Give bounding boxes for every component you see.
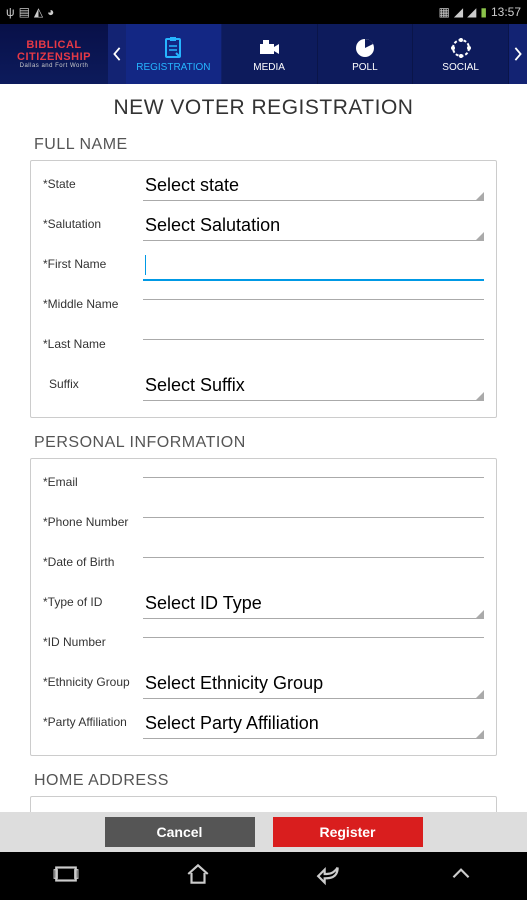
logo-line2: CITIZENSHIP (17, 51, 91, 63)
tab-label: POLL (352, 62, 378, 73)
app-logo[interactable]: BIBLICAL CITIZENSHIP Dallas and Fort Wor… (0, 24, 108, 84)
label-dob: *Date of Birth (43, 549, 143, 569)
camera-icon (256, 36, 282, 60)
file-icon: ▤ (19, 5, 30, 19)
recent-icon (53, 861, 79, 887)
nav-tabs: REGISTRATION MEDIA POLL SOCIAL (126, 24, 509, 84)
label-idnumber: *ID Number (43, 629, 143, 649)
label-ethnicity: *Ethnicity Group (43, 669, 143, 689)
chevron-left-icon (112, 47, 122, 61)
usb-icon: ψ (6, 5, 15, 19)
section-title-fullname: FULL NAME (0, 128, 527, 160)
panel-fullname: *State Select state *Salutation Select S… (30, 160, 497, 418)
label-suffix: Suffix (43, 371, 143, 391)
panel-personal: *Email *Phone Number *Date of Birth *Typ… (30, 458, 497, 756)
input-lastname[interactable] (143, 331, 484, 340)
label-firstname: *First Name (43, 251, 143, 271)
select-ethnicity[interactable]: Select Ethnicity Group (143, 669, 484, 699)
input-email[interactable] (143, 469, 484, 478)
input-middlename[interactable] (143, 291, 484, 300)
tab-label: REGISTRATION (136, 62, 210, 73)
label-state: *State (43, 171, 143, 191)
nav-prev-arrow[interactable] (108, 24, 126, 84)
input-dob[interactable] (143, 549, 484, 558)
battery-icon: ▮ (480, 5, 487, 19)
section-title-personal: PERSONAL INFORMATION (0, 426, 527, 458)
logo-sub: Dallas and Fort Worth (20, 63, 89, 69)
home-icon (185, 861, 211, 887)
status-right-icons: ▦ ◢ ◢ ▮ 13:57 (439, 5, 521, 19)
check-icon: ◕ (47, 5, 54, 19)
label-middlename: *Middle Name (43, 291, 143, 311)
chevron-right-icon (513, 47, 523, 61)
page-title: NEW VOTER REGISTRATION (0, 84, 527, 128)
action-bar: Cancel Register (0, 812, 527, 852)
menu-button[interactable] (448, 861, 474, 892)
input-phone[interactable] (143, 509, 484, 518)
form-content: NEW VOTER REGISTRATION FULL NAME *State … (0, 84, 527, 836)
input-idnumber[interactable] (143, 629, 484, 638)
label-lastname: *Last Name (43, 331, 143, 351)
tab-label: MEDIA (253, 62, 285, 73)
label-email: *Email (43, 469, 143, 489)
label-salutation: *Salutation (43, 211, 143, 231)
clipboard-icon (160, 36, 186, 60)
select-salutation[interactable]: Select Salutation (143, 211, 484, 241)
section-title-home: HOME ADDRESS (0, 764, 527, 796)
android-nav-bar (0, 852, 527, 900)
pie-chart-icon (352, 36, 378, 60)
social-circle-icon (448, 36, 474, 60)
register-button[interactable]: Register (273, 817, 423, 847)
chevron-up-icon (448, 861, 474, 887)
warning-icon: ◭ (34, 5, 43, 19)
top-nav: BIBLICAL CITIZENSHIP Dallas and Fort Wor… (0, 24, 527, 84)
signal-icon: ◢ (467, 5, 476, 19)
back-icon (316, 861, 342, 887)
select-suffix[interactable]: Select Suffix (143, 371, 484, 401)
clock: 13:57 (491, 5, 521, 19)
vibrate-icon: ▦ (439, 5, 450, 19)
tab-social[interactable]: SOCIAL (413, 24, 509, 84)
status-left-icons: ψ ▤ ◭ ◕ (6, 5, 54, 19)
label-idtype: *Type of ID (43, 589, 143, 609)
recent-apps-button[interactable] (53, 861, 79, 892)
nav-next-arrow[interactable] (509, 24, 527, 84)
cancel-button[interactable]: Cancel (105, 817, 255, 847)
tab-media[interactable]: MEDIA (222, 24, 318, 84)
select-party[interactable]: Select Party Affiliation (143, 709, 484, 739)
select-state[interactable]: Select state (143, 171, 484, 201)
tab-poll[interactable]: POLL (318, 24, 414, 84)
home-button[interactable] (185, 861, 211, 892)
tab-label: SOCIAL (442, 62, 479, 73)
tab-registration[interactable]: REGISTRATION (126, 24, 222, 84)
android-status-bar: ψ ▤ ◭ ◕ ▦ ◢ ◢ ▮ 13:57 (0, 0, 527, 24)
wifi-icon: ◢ (454, 5, 463, 19)
logo-line1: BIBLICAL (26, 39, 81, 51)
label-phone: *Phone Number (43, 509, 143, 529)
input-firstname[interactable] (143, 251, 484, 281)
label-party: *Party Affiliation (43, 709, 143, 729)
select-idtype[interactable]: Select ID Type (143, 589, 484, 619)
back-button[interactable] (316, 861, 342, 892)
